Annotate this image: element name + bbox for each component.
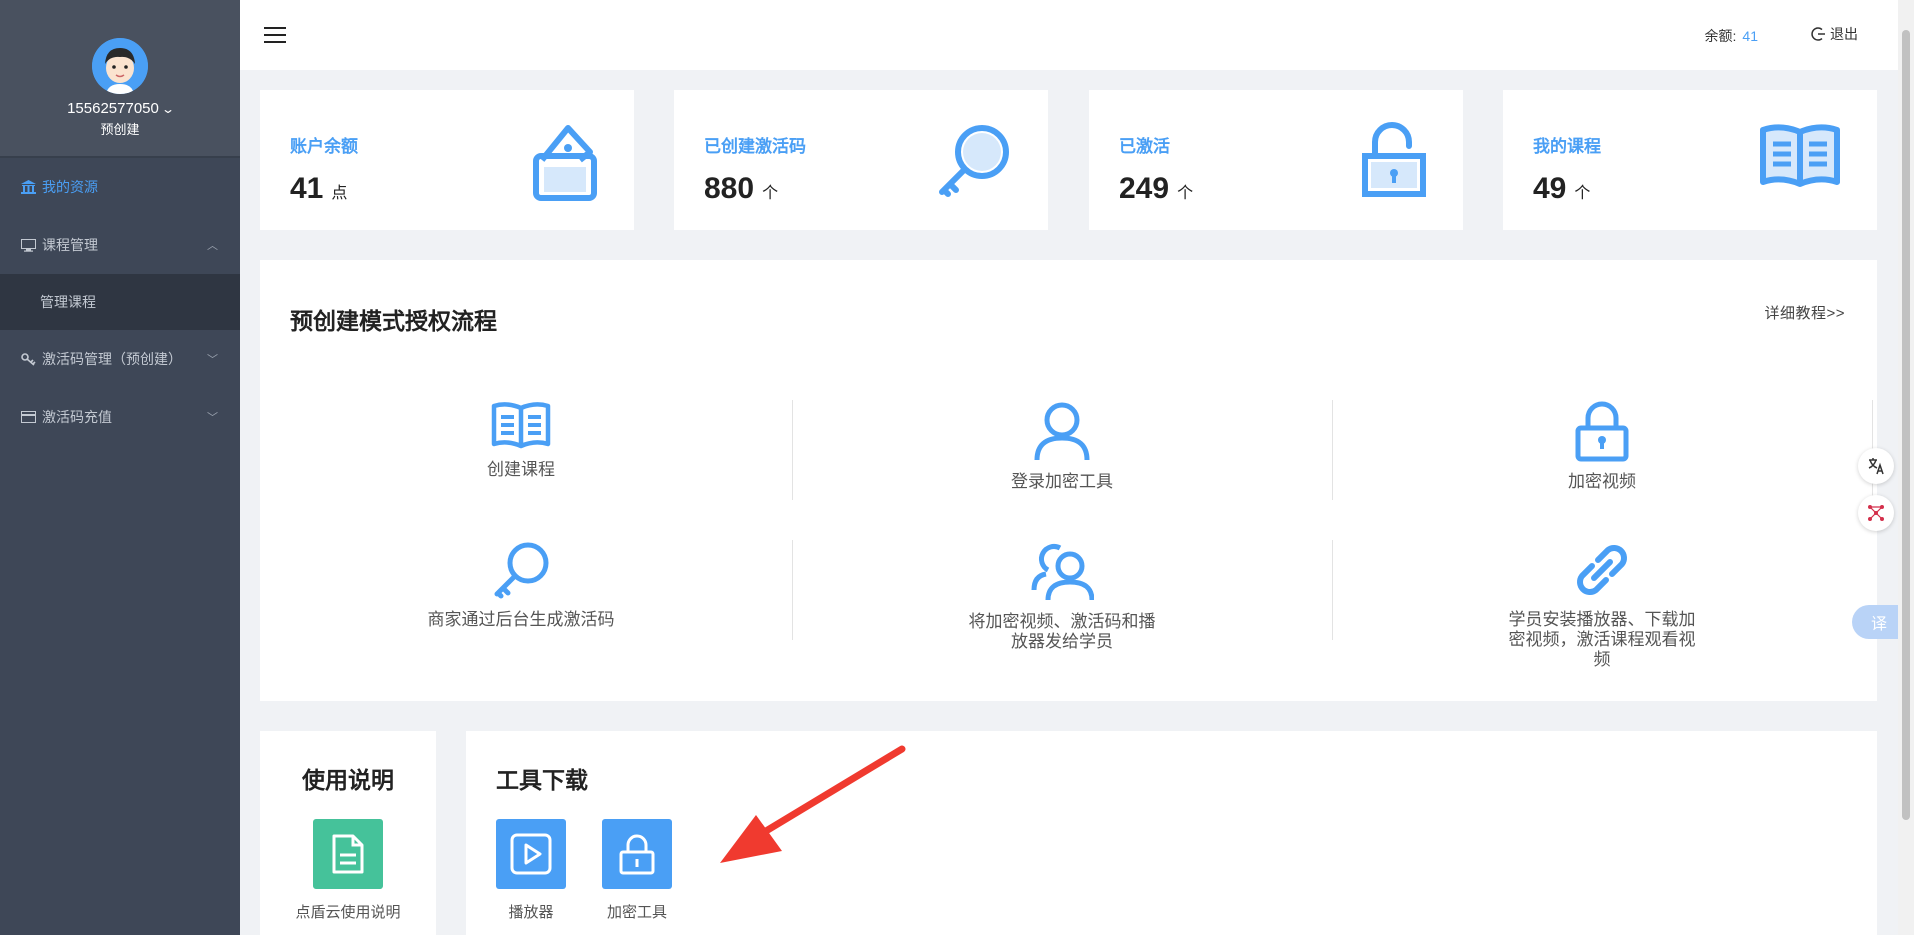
usage-panel: 使用说明 点盾云使用说明 [260,731,436,935]
stat-title: 我的课程 [1533,137,1601,156]
stat-title: 已创建激活码 [704,137,806,156]
flow-title: 预创建模式授权流程 [290,308,497,334]
menu-toggle-icon[interactable] [264,27,286,43]
chevron-down-icon: ﹀ [207,412,218,424]
sidebar-item-label: 激活码充值 [42,409,112,425]
top-bar: 余额: 41 退出 [240,0,1898,70]
tools-download-panel: 工具下载 播放器 加密工具 [466,731,1877,935]
card-icon [20,410,36,424]
stat-card-created-codes: 已创建激活码 880 个 [674,90,1048,230]
tool-encrypt-tile[interactable]: 加密工具 [602,819,672,922]
sidebar-item-activation-codes[interactable]: 激活码管理（预创建） ﹀ [0,330,240,388]
scrollbar-thumb[interactable] [1902,30,1910,820]
page-scrollbar[interactable] [1898,0,1914,935]
stat-value: 49 个 [1533,172,1591,205]
stat-value: 41 点 [290,172,348,205]
divider [792,540,793,640]
divider [1332,540,1333,640]
divider [792,400,793,500]
sidebar-item-course-management[interactable]: 课程管理 ︿ [0,216,240,274]
play-icon [496,819,566,889]
stat-value: 880 个 [704,172,779,205]
usage-doc-tile[interactable]: 点盾云使用说明 [278,819,418,922]
flow-step-send-to-students: 将加密视频、激活码和播放器发给学员 [967,540,1157,652]
lock-icon [602,819,672,889]
usage-doc-label: 点盾云使用说明 [295,904,401,921]
username-dropdown[interactable]: 15562577050 ⌄ [67,100,175,117]
logout-icon [1811,27,1825,41]
users-icon [1031,543,1094,601]
sidebar: 15562577050 ⌄ 预创建 我的资源 课程管理 ︿ 管理课程 激活码管理… [0,0,240,935]
bank-icon [20,180,36,194]
key-icon [494,542,549,599]
network-icon[interactable] [1858,495,1894,531]
stat-title: 账户余额 [290,137,358,156]
balance-display: 余额: 41 [1705,26,1758,46]
sidebar-item-activation-recharge[interactable]: 激活码充值 ﹀ [0,388,240,446]
monitor-icon [20,238,36,252]
chevron-up-icon: ︿ [207,240,218,252]
sidebar-subitem-manage-courses[interactable]: 管理课程 [0,274,240,330]
step-label: 创建课程 [487,460,555,479]
tool-label: 播放器 [508,904,554,921]
username: 15562577050 [67,100,159,117]
unlock-icon [1361,122,1427,203]
logout-button[interactable]: 退出 [1810,24,1858,44]
flow-step-login-tool: 登录加密工具 [967,400,1157,492]
usage-title: 使用说明 [302,767,394,793]
stat-card-balance: 账户余额 41 点 [260,90,634,230]
key-icon [936,122,1012,203]
link-icon [1577,545,1627,595]
translate-tab-label: 译 [1870,616,1887,633]
stat-card-my-courses: 我的课程 49 个 [1503,90,1877,230]
step-label: 登录加密工具 [1011,472,1113,491]
sidebar-item-label: 管理课程 [40,294,96,310]
key-icon [20,352,36,366]
chevron-down-icon: ⌄ [160,101,175,116]
authorization-flow-panel: 预创建模式授权流程 详细教程>> 创建课程 登录加密工具 加密视频 商家通过后台… [260,260,1877,701]
sidebar-item-label: 激活码管理（预创建） [42,351,182,367]
balance-label: 余额: [1704,28,1737,44]
profile-panel: 15562577050 ⌄ 预创建 [0,0,240,158]
balance-value: 41 [1742,28,1758,44]
tool-label: 加密工具 [606,904,667,921]
lock-icon [1575,401,1629,462]
step-label: 学员安装播放器、下载加密视频，激活课程观看视频 [1508,610,1696,669]
detail-tutorial-link[interactable]: 详细教程>> [1764,302,1845,323]
translate-icon[interactable] [1858,448,1894,484]
book-icon [491,402,551,449]
divider [1332,400,1333,500]
sidebar-menu: 我的资源 课程管理 ︿ 管理课程 激活码管理（预创建） ﹀ 激活码充值 ﹀ [0,158,240,446]
user-icon [1034,402,1090,461]
translate-tab[interactable]: 译 [1852,605,1898,639]
tool-player-tile[interactable]: 播放器 [496,819,566,922]
book-icon [1759,122,1841,193]
user-role: 预创建 [100,122,140,137]
flow-step-create-course: 创建课程 [426,400,616,480]
document-icon [313,819,383,889]
tools-title: 工具下载 [496,767,588,793]
step-label: 商家通过后台生成激活码 [427,610,615,629]
sidebar-item-my-resources[interactable]: 我的资源 [0,158,240,216]
stat-value: 249 个 [1119,172,1194,205]
logout-label: 退出 [1830,26,1858,42]
annotation-arrow-icon [720,745,906,863]
flow-step-encrypt-video: 加密视频 [1507,400,1697,492]
sidebar-item-label: 课程管理 [42,237,98,253]
sidebar-item-label: 我的资源 [42,179,98,195]
stat-title: 已激活 [1119,137,1170,156]
step-label: 加密视频 [1568,472,1636,491]
avatar[interactable] [92,38,148,94]
flow-step-students-watch: 学员安装播放器、下载加密视频，激活课程观看视频 [1507,540,1697,670]
chevron-down-icon: ﹀ [207,354,218,366]
flow-step-generate-codes: 商家通过后台生成激活码 [426,540,616,630]
stat-card-activated: 已激活 249 个 [1089,90,1463,230]
step-label: 将加密视频、激活码和播放器发给学员 [968,612,1156,651]
wallet-icon [532,122,598,207]
